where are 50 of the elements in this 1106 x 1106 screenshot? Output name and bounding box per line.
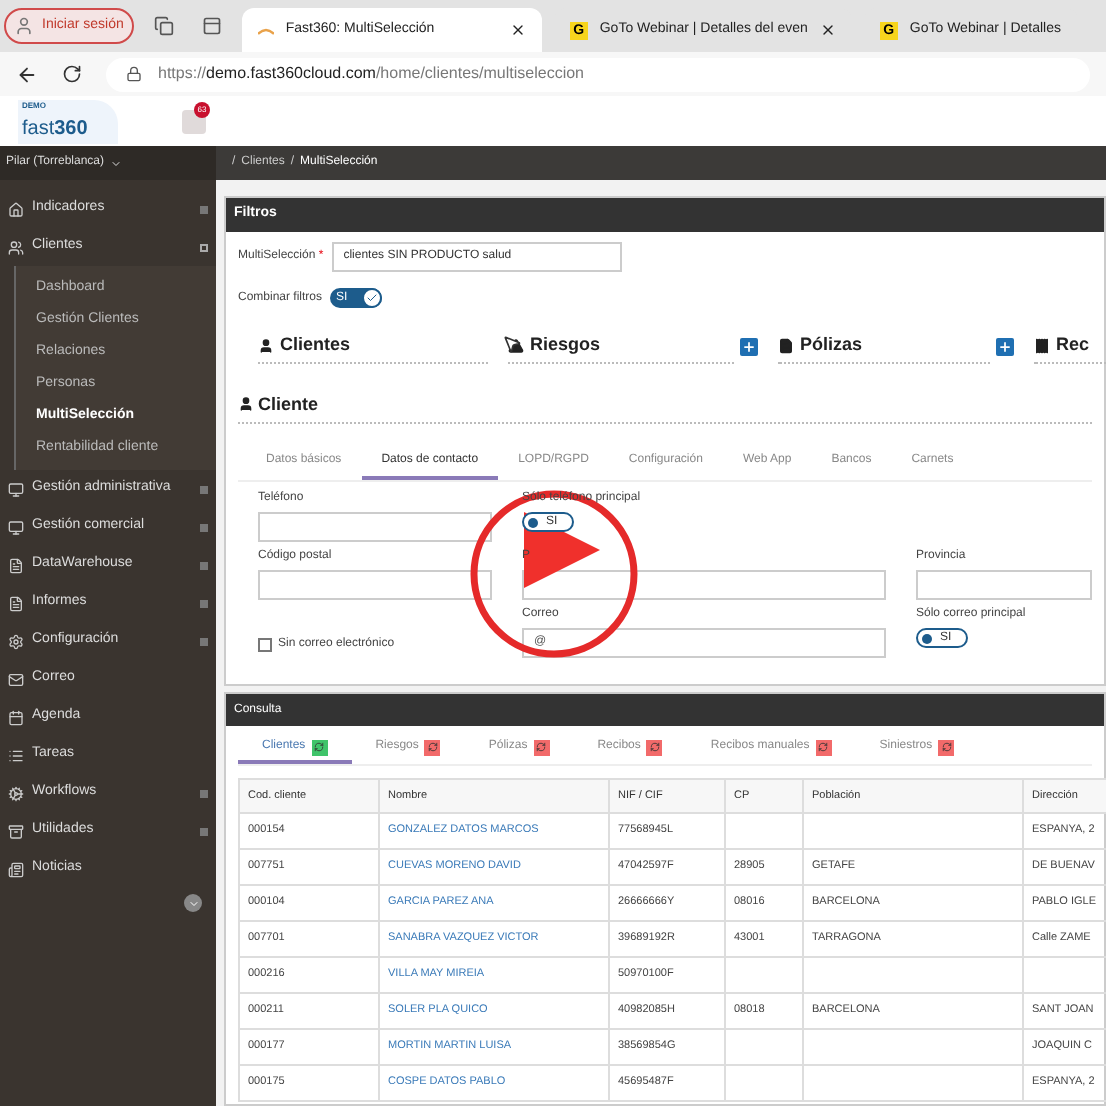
chevron-down-icon[interactable] [110,157,123,169]
section-heading[interactable]: Rec [1034,332,1106,363]
refresh-icon[interactable] [646,739,663,755]
monitor-icon [8,519,24,535]
person-icon [258,337,274,354]
person-icon [238,396,254,413]
collapse-button[interactable] [184,894,202,912]
refresh-icon[interactable] [815,739,832,755]
close-icon[interactable] [509,22,526,38]
address-bar[interactable]: https://demo.fast360cloud.com/home/clientes/multiseleccion [106,57,1090,91]
back-icon[interactable] [16,63,38,85]
input-field[interactable] [916,570,1092,600]
cogs-icon [8,785,24,801]
reload-icon[interactable] [62,64,82,84]
avatar-icon [14,16,34,36]
add-button[interactable] [996,338,1014,357]
list-icon [8,747,24,763]
workspaces-icon[interactable] [153,16,174,36]
input-field[interactable] [258,570,492,600]
users-icon [8,239,24,255]
calendar-icon [8,709,24,725]
section-heading[interactable]: Pólizas [778,332,990,363]
close-icon[interactable] [819,22,836,38]
refresh-icon[interactable] [533,739,550,755]
tab-actions-icon[interactable] [201,16,222,36]
url-text: https://demo.fast360cloud.com/home/clientes/multiseleccion [158,62,584,86]
newspaper-icon [8,861,24,877]
refresh-icon[interactable] [311,739,328,755]
refresh-icon[interactable] [424,739,441,755]
refresh-icon[interactable] [938,739,955,755]
wave-favicon-icon [257,25,274,35]
add-button[interactable] [740,338,758,357]
play-button[interactable] [470,490,638,658]
gear-icon [8,633,24,649]
monitor-icon [8,481,24,497]
home-icon [8,201,24,217]
document-icon [778,337,794,354]
input-field[interactable] [258,512,492,542]
section-title: Cliente [238,391,1092,424]
mail-icon [8,671,24,687]
chevron-down-icon [187,897,199,909]
box-icon [8,823,24,839]
lock-icon [126,66,142,82]
check-icon [366,292,379,304]
input-field[interactable] [522,570,886,600]
document-icon [8,595,24,611]
section-heading[interactable]: Clientes [258,332,488,363]
logo-text: fast360 [22,115,88,143]
checkbox[interactable] [258,637,272,651]
document-icon [8,557,24,573]
